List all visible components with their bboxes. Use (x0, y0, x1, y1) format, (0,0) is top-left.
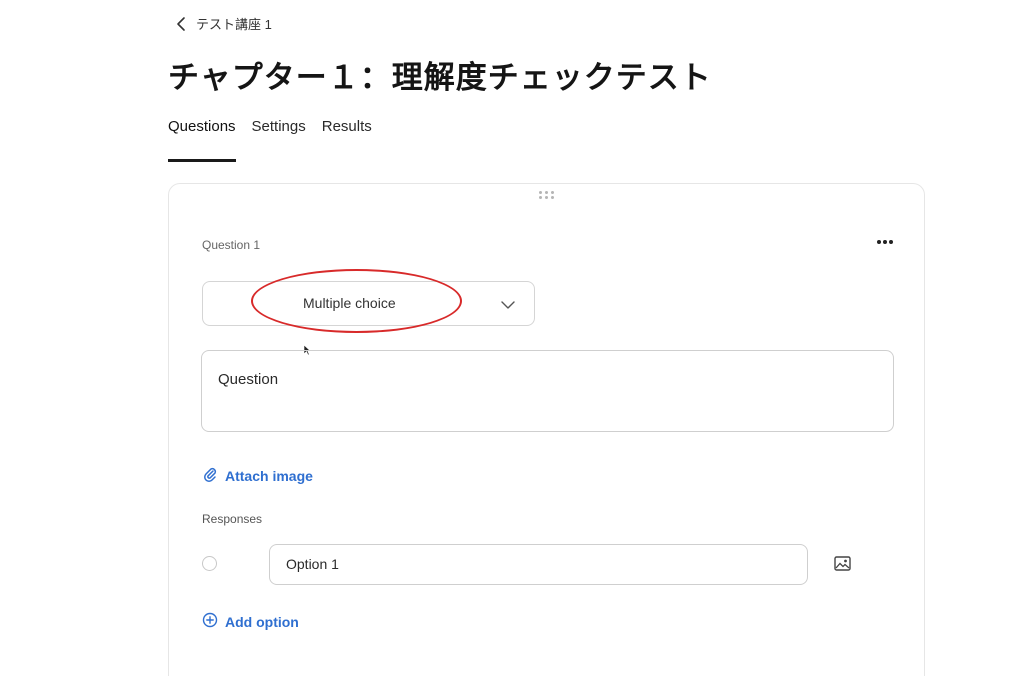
paperclip-icon (202, 466, 218, 485)
chevron-left-icon[interactable] (176, 16, 186, 32)
add-option-button[interactable]: Add option (202, 612, 299, 631)
add-option-label: Add option (225, 613, 299, 630)
tab-questions[interactable]: Questions (168, 118, 236, 162)
option-input[interactable]: Option 1 (269, 544, 808, 585)
drag-handle-icon[interactable] (539, 191, 555, 199)
question-placeholder: Question (218, 371, 279, 388)
question-number-label: Question 1 (202, 238, 261, 252)
attach-image-button[interactable]: Attach image (202, 466, 313, 485)
question-card: Question 1 Multiple choice Question Atta… (168, 183, 925, 676)
page-title: チャプター１：理解度チェックテスト (168, 60, 712, 95)
breadcrumb-label[interactable]: テスト講座 1 (196, 14, 272, 33)
image-icon[interactable] (834, 556, 851, 576)
option-label: Option 1 (286, 556, 339, 572)
question-type-value: Multiple choice (303, 295, 396, 311)
tab-settings[interactable]: Settings (252, 118, 306, 161)
attach-image-label: Attach image (225, 467, 313, 484)
option-radio[interactable] (202, 556, 217, 571)
chevron-down-icon (500, 297, 516, 315)
quiz-editor-page: テスト講座 1 チャプター１：理解度チェックテスト Questions Sett… (0, 0, 1024, 676)
responses-label: Responses (202, 512, 263, 526)
question-text-field[interactable]: Question (201, 350, 894, 432)
question-type-select[interactable]: Multiple choice (202, 281, 535, 326)
tab-bar: Questions Settings Results (168, 118, 372, 162)
plus-circle-icon (202, 612, 218, 631)
tab-results[interactable]: Results (322, 118, 372, 161)
breadcrumb[interactable]: テスト講座 1 (176, 14, 272, 33)
more-options-button[interactable] (875, 236, 895, 248)
